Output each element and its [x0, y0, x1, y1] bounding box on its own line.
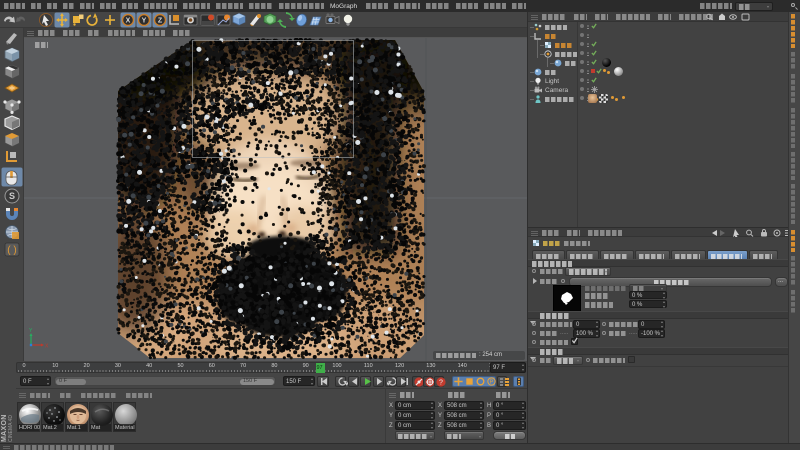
svg-text:S: S	[9, 191, 15, 201]
svg-text:X: X	[126, 18, 131, 25]
svg-text:( ): ( )	[7, 245, 16, 256]
svg-text:P: P	[490, 379, 494, 385]
svg-text:?: ?	[439, 379, 443, 386]
svg-text:Y: Y	[142, 18, 147, 25]
svg-text:Z: Z	[158, 18, 163, 25]
